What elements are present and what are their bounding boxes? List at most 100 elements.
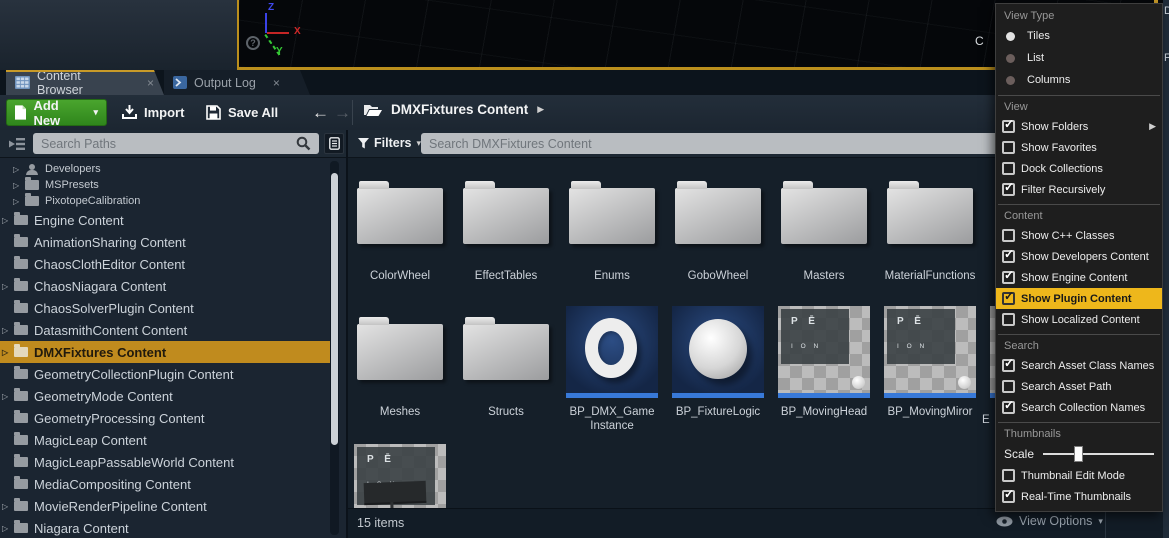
close-tab-icon[interactable]: × (147, 76, 154, 90)
saved-searches-button[interactable] (324, 133, 344, 154)
tree-item-pixotopecalibration[interactable]: ▷ PixotopeCalibration (0, 193, 346, 209)
menu-item-show-favorites[interactable]: Show Favorites (996, 137, 1162, 158)
back-arrow-icon[interactable]: ← (312, 103, 329, 123)
tree-item-magicleappassable[interactable]: MagicLeapPassableWorld Content (0, 451, 346, 473)
folder-tile-structs[interactable]: Structs (458, 306, 554, 419)
menu-item-show-cpp-classes[interactable]: Show C++ Classes (996, 225, 1162, 246)
menu-item-show-engine-content[interactable]: ✓Show Engine Content (996, 267, 1162, 288)
tab-content-browser[interactable]: Content Browser × (6, 70, 164, 95)
expand-arrow-icon[interactable]: ▷ (2, 392, 12, 401)
expand-arrow-icon[interactable]: ▷ (2, 216, 12, 225)
tree-item-mediacompositing[interactable]: MediaCompositing Content (0, 473, 346, 495)
tree-item-chaosniagara[interactable]: ▷ ChaosNiagara Content (0, 275, 346, 297)
menu-item-dock-collections[interactable]: Dock Collections (996, 158, 1162, 179)
filters-button[interactable]: Filters ▾ (358, 136, 421, 150)
menu-item-thumbnail-edit-mode[interactable]: Thumbnail Edit Mode (996, 465, 1162, 486)
unreal-editor-window: Z X Y ? C Content Browser × Output Log × (0, 0, 1169, 538)
breadcrumb-arrow-icon[interactable]: ▶ (537, 104, 544, 115)
menu-item-tiles[interactable]: Tiles (996, 25, 1162, 47)
checkbox-checked-icon: ✓ (1002, 359, 1015, 372)
menu-item-realtime-thumbnails[interactable]: ✓Real-Time Thumbnails (996, 486, 1162, 507)
folder-icon (463, 324, 549, 380)
breadcrumb[interactable]: DMXFixtures Content ▶ (364, 102, 544, 117)
help-icon[interactable]: ? (246, 36, 260, 50)
menu-item-list[interactable]: List (996, 47, 1162, 69)
expand-arrow-icon[interactable]: ▷ (2, 502, 12, 511)
menu-item-show-folders[interactable]: ✓Show Folders▶ (996, 116, 1162, 137)
tree-item-dmxfixtures-selected[interactable]: ▷DMXFixtures Content (0, 341, 330, 363)
tree-item-chaoscloth[interactable]: ChaosClothEditor Content (0, 253, 346, 275)
folder-icon (14, 413, 28, 423)
menu-section-content: Content (996, 209, 1162, 225)
tab-output-log[interactable]: Output Log × (164, 70, 310, 95)
axis-z-label: Z (268, 2, 274, 13)
tree-item-geometrymode[interactable]: ▷GeometryMode Content (0, 385, 346, 407)
menu-section-search: Search (996, 339, 1162, 355)
asset-tile-partial-bottom[interactable]: P ĒI O N (352, 444, 448, 508)
menu-item-show-localized-content[interactable]: Show Localized Content (996, 309, 1162, 330)
menu-separator (998, 95, 1160, 96)
folder-icon (569, 188, 655, 244)
expand-arrow-icon[interactable]: ▷ (2, 524, 12, 533)
close-tab-icon[interactable]: × (273, 76, 280, 90)
asset-tile-bp-fixturelogic[interactable]: BP_FixtureLogic (670, 306, 766, 419)
thumbnail-scale-slider[interactable] (1043, 453, 1154, 455)
folder-tile-colorwheel[interactable]: ColorWheel (352, 170, 448, 283)
folder-icon (25, 196, 39, 206)
expand-arrow-icon[interactable]: ▷ (2, 326, 12, 335)
expand-arrow-icon[interactable]: ▷ (2, 348, 12, 357)
tree-item-movierender[interactable]: ▷MovieRenderPipeline Content (0, 495, 346, 517)
tree-item-chaossolver[interactable]: ChaosSolverPlugin Content (0, 297, 346, 319)
menu-separator (998, 422, 1160, 423)
view-options-button[interactable]: View Options ▾ (996, 514, 1103, 528)
menu-item-search-asset-class-names[interactable]: ✓Search Asset Class Names (996, 355, 1162, 376)
asset-tile-bp-movinghead[interactable]: P ĒI O N BP_MovingHead (776, 306, 872, 419)
menu-item-search-asset-path[interactable]: Search Asset Path (996, 376, 1162, 397)
expand-arrow-icon[interactable]: ▷ (13, 181, 23, 190)
tree-item-label: Developers (45, 163, 101, 175)
slider-handle[interactable] (1074, 446, 1083, 462)
tree-item-geometrycollection[interactable]: GeometryCollectionPlugin Content (0, 363, 346, 385)
tree-item-geometryprocessing[interactable]: GeometryProcessing Content (0, 407, 346, 429)
tile-label: GoboWheel (670, 269, 766, 283)
menu-item-filter-recursively[interactable]: ✓Filter Recursively (996, 179, 1162, 200)
menu-item-search-collection-names[interactable]: ✓Search Collection Names (996, 397, 1162, 418)
scrollbar-thumb[interactable] (331, 173, 338, 445)
asset-tile-bp-movingmiror[interactable]: P ĒI O N BP_MovingMiror (882, 306, 978, 419)
item-count: 15 items (357, 516, 404, 530)
search-paths-input[interactable] (33, 133, 319, 154)
menu-item-show-developers-content[interactable]: ✓Show Developers Content (996, 246, 1162, 267)
folder-icon (14, 523, 28, 533)
axis-z-line (265, 13, 267, 33)
folder-tile-materialfunctions[interactable]: MaterialFunctions (882, 170, 978, 283)
tree-item-datasmith[interactable]: ▷DatasmithContent Content (0, 319, 346, 341)
save-all-button[interactable]: Save All (206, 99, 278, 126)
expand-arrow-icon[interactable]: ▷ (13, 197, 23, 206)
asset-tile-bp-dmx-game-instance[interactable]: BP_DMX_Game Instance (564, 306, 660, 433)
tree-item-label: ChaosSolverPlugin Content (34, 301, 194, 316)
expand-arrow-icon[interactable]: ▷ (2, 282, 12, 291)
tree-item-engine-content[interactable]: ▷Engine Content (0, 209, 346, 231)
folder-tile-enums[interactable]: Enums (564, 170, 660, 283)
menu-item-columns[interactable]: Columns (996, 69, 1162, 91)
folder-tile-masters[interactable]: Masters (776, 170, 872, 283)
expand-arrow-icon[interactable]: ▷ (13, 165, 23, 174)
menu-item-show-plugin-content-highlighted[interactable]: ✓Show Plugin Content (996, 288, 1162, 309)
tree-item-mspresets[interactable]: ▷MSPresets (0, 177, 346, 193)
import-button[interactable]: Import (122, 99, 184, 126)
tree-item-label: ChaosNiagara Content (34, 279, 166, 294)
add-new-button[interactable]: Add New ▾ (6, 99, 107, 126)
folder-tile-gobowheel[interactable]: GoboWheel (670, 170, 766, 283)
search-icon (296, 136, 311, 151)
folder-tile-meshes[interactable]: Meshes (352, 306, 448, 419)
folder-tile-effecttables[interactable]: EffectTables (458, 170, 554, 283)
tree-item-animationsharing[interactable]: AnimationSharing Content (0, 231, 346, 253)
tree-item-magicleap[interactable]: MagicLeap Content (0, 429, 346, 451)
content-browser-icon (15, 76, 30, 89)
collapse-sources-icon[interactable] (8, 137, 26, 151)
tree-item-developers[interactable]: ▷ Developers (0, 161, 346, 177)
tree-item-niagara[interactable]: ▷Niagara Content (0, 517, 346, 538)
folder-icon (14, 303, 28, 313)
tree-scrollbar[interactable] (330, 161, 339, 535)
tree-item-label: PixotopeCalibration (45, 195, 140, 207)
